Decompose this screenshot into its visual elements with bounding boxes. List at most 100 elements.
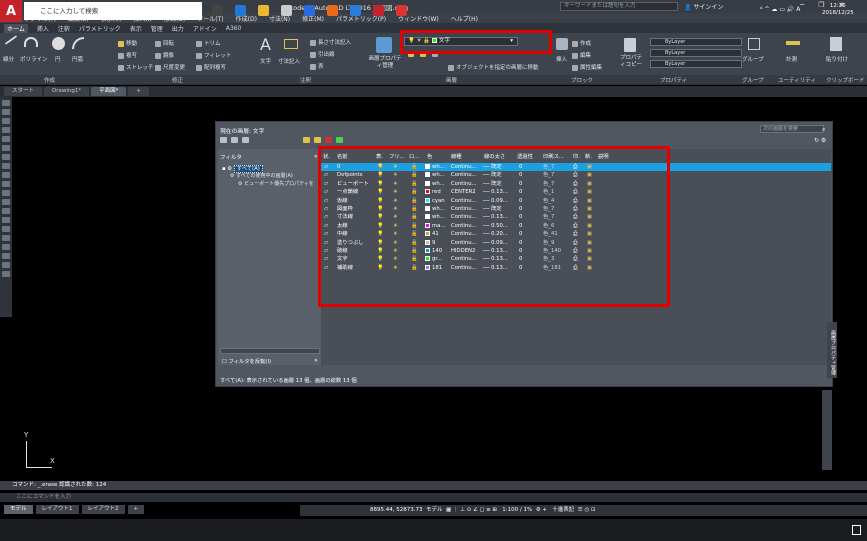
panel-layer[interactable]: 画層 <box>446 76 457 84</box>
layout-tab-1[interactable]: レイアウト1 <box>35 505 79 514</box>
side-palette-tab[interactable]: 画層プロパティ管理 <box>827 322 837 378</box>
panel-draw[interactable]: 作成 <box>44 76 55 84</box>
mirror-button[interactable]: 鏡像 <box>155 51 174 59</box>
new-layer-icon[interactable] <box>303 137 310 143</box>
annotation-scale[interactable]: 1:100 / 1% <box>502 507 532 513</box>
tab-annotate[interactable]: 注釈 <box>58 24 70 33</box>
tool-icon[interactable] <box>2 208 10 214</box>
panel-properties[interactable]: プロパティ <box>660 76 687 84</box>
text-icon[interactable]: A <box>260 35 271 54</box>
tool-icon[interactable] <box>2 190 10 196</box>
tool-icon[interactable] <box>2 172 10 178</box>
system-tray[interactable]: ᴬ ^ ☁ ▭ 🔊 A <box>760 6 800 13</box>
rotate-button[interactable]: 回転 <box>155 39 174 47</box>
fillet-button[interactable]: フィレット <box>196 51 231 59</box>
set-current-icon[interactable] <box>336 137 343 143</box>
task-view-icon[interactable] <box>212 5 223 16</box>
new-tab-button[interactable]: + <box>128 87 150 96</box>
new-filter-icon[interactable] <box>220 137 227 143</box>
insert-block-icon[interactable] <box>556 38 568 50</box>
edge-icon[interactable] <box>235 5 246 16</box>
tool-icon[interactable] <box>2 109 10 115</box>
tab-home[interactable]: ホーム <box>4 23 28 33</box>
notification-icon[interactable] <box>852 525 861 535</box>
explorer-icon[interactable] <box>258 5 269 16</box>
tab-parametric[interactable]: パラメトリック <box>79 24 121 33</box>
circle-icon[interactable] <box>52 37 65 50</box>
create-block-button[interactable]: 作成 <box>572 39 591 47</box>
tool-icon[interactable] <box>2 163 10 169</box>
tool-icon[interactable] <box>2 271 10 277</box>
tab-view[interactable]: 表示 <box>130 24 142 33</box>
tool-icon[interactable] <box>2 100 10 106</box>
tool-icon[interactable] <box>2 136 10 142</box>
state-manager-icon[interactable] <box>242 137 249 143</box>
filter-scrollbar[interactable] <box>220 348 320 354</box>
tool-icon[interactable] <box>2 154 10 160</box>
tool-icon[interactable] <box>2 127 10 133</box>
tab-insert[interactable]: 挿入 <box>37 24 49 33</box>
app-icon[interactable] <box>396 5 407 16</box>
file-tab-start[interactable]: スタート <box>4 87 43 96</box>
help-search-input[interactable]: キーワードまたは語句を入力 <box>560 2 678 11</box>
line-tool[interactable] <box>4 35 18 45</box>
panel-group[interactable]: グループ <box>742 76 764 84</box>
store-icon[interactable] <box>304 5 315 16</box>
tab-addins[interactable]: アドイン <box>193 24 217 33</box>
menu-help[interactable]: ヘルプ(H) <box>451 14 478 23</box>
match-properties-icon[interactable] <box>624 38 636 52</box>
model-space-toggle[interactable]: モデル <box>426 507 443 513</box>
new-vp-layer-icon[interactable] <box>314 137 321 143</box>
linetype-combo[interactable]: ByLayer <box>650 49 742 57</box>
tab-output[interactable]: 出力 <box>172 24 184 33</box>
linear-dim-button[interactable]: 長さ寸法記入 <box>310 38 351 46</box>
filter-used[interactable]: ⚙ すべての使用中の画層(A) <box>230 172 293 179</box>
file-tab-drawing1[interactable]: Drawing1* <box>44 87 90 96</box>
tool-icon[interactable] <box>2 226 10 232</box>
clock[interactable]: 12:36 2018/12/25 <box>822 3 854 17</box>
invert-filter-checkbox[interactable]: ☐ フィルタを反転(I) <box>222 357 271 365</box>
measure-icon[interactable] <box>786 41 800 45</box>
array-button[interactable]: 配列複写 <box>196 63 226 71</box>
tab-a360[interactable]: A360 <box>226 25 242 32</box>
panel-utilities[interactable]: ユーティリティ <box>778 76 816 84</box>
copy-button[interactable]: 複写 <box>118 51 137 59</box>
dimension-icon[interactable] <box>284 39 298 49</box>
properties-palette-tab[interactable] <box>822 390 832 470</box>
refresh-icon[interactable]: ↻ ⚙ <box>814 137 826 144</box>
media-icon[interactable] <box>350 5 361 16</box>
lineweight-combo[interactable]: ByLayer <box>650 60 742 68</box>
panel-clipboard[interactable]: クリップボード <box>826 76 865 84</box>
group-icon[interactable] <box>748 38 760 50</box>
layer-properties-icon[interactable] <box>376 37 392 53</box>
tool-icon[interactable] <box>2 145 10 151</box>
polyline-icon[interactable] <box>24 37 38 47</box>
tool-icon[interactable] <box>2 253 10 259</box>
autocad-taskbar-icon[interactable] <box>373 5 384 16</box>
layout-tab-model[interactable]: モデル <box>4 505 33 514</box>
panel-annotation[interactable]: 注釈 <box>300 76 311 84</box>
layout-tab-2[interactable]: レイアウト2 <box>81 505 125 514</box>
edit-block-button[interactable]: 編集 <box>572 51 591 59</box>
layer-search-input[interactable]: 次の画層を検索 <box>760 125 824 133</box>
app-icon[interactable] <box>327 5 338 16</box>
move-to-layer-button[interactable]: オブジェクトを指定の画層に移動 <box>448 63 539 71</box>
tool-icon[interactable] <box>2 217 10 223</box>
tool-icon[interactable] <box>2 181 10 187</box>
tab-manage[interactable]: 管理 <box>151 24 163 33</box>
table-button[interactable]: 表 <box>310 62 324 70</box>
delete-layer-icon[interactable] <box>325 137 332 143</box>
tool-icon[interactable] <box>2 235 10 241</box>
edit-attr-button[interactable]: 属性編集 <box>572 63 602 71</box>
tool-icon[interactable] <box>2 199 10 205</box>
search-icon[interactable]: ⌕ <box>822 126 825 134</box>
command-input[interactable]: ここにコマンドを入力 <box>0 493 867 502</box>
minimize-icon[interactable]: ─ <box>800 1 804 9</box>
tool-icon[interactable] <box>2 244 10 250</box>
leader-button[interactable]: 引出線 <box>310 50 335 58</box>
collapse-icon[interactable]: « <box>314 357 318 364</box>
stretch-button[interactable]: ストレッチ <box>118 63 154 71</box>
signin-button[interactable]: 👤 サインイン <box>684 2 723 11</box>
app-logo-icon[interactable]: A <box>0 0 22 22</box>
taskbar-search-input[interactable]: ここに入力して検索 <box>24 2 202 20</box>
